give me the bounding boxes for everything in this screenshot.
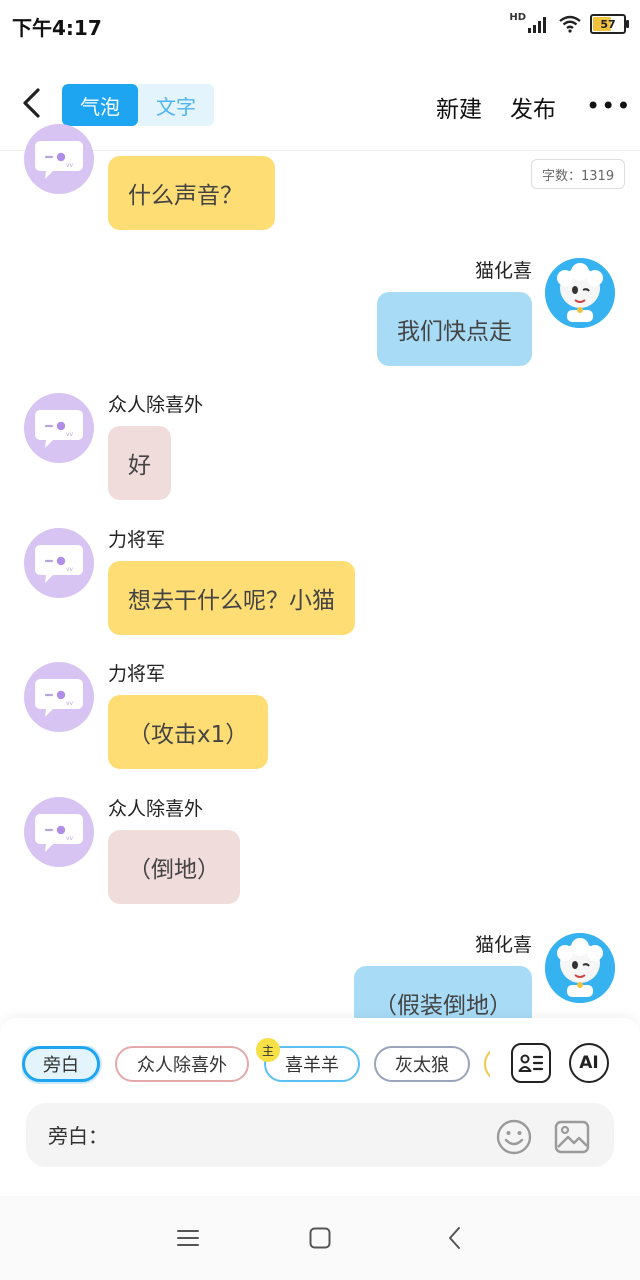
tab-text[interactable]: 文字 — [138, 84, 214, 126]
role-chip-partial[interactable] — [484, 1046, 490, 1082]
speaker-name: 猫化喜 — [474, 934, 532, 956]
signal-icon — [528, 17, 546, 33]
image-icon[interactable] — [554, 1119, 590, 1155]
id-card-icon — [518, 1054, 544, 1072]
sheep-character-icon — [545, 933, 615, 1003]
avatar[interactable] — [545, 933, 615, 1003]
chat-bubble-face-icon: vv — [35, 545, 83, 583]
sheep-character-icon — [545, 258, 615, 328]
avatar[interactable]: vv — [24, 528, 94, 598]
svg-text:vv: vv — [66, 835, 74, 842]
system-nav-bar — [0, 1196, 640, 1280]
message-bubble[interactable]: （倒地） — [108, 830, 240, 904]
status-icons: HD 57 — [509, 12, 629, 36]
ai-button[interactable]: AI — [569, 1043, 609, 1083]
chat-bubble-face-icon: vv — [35, 679, 83, 717]
message-bubble[interactable]: 什么声音？ — [108, 156, 275, 230]
status-bar: 下午4:17 HD 57 — [0, 0, 640, 48]
avatar[interactable] — [545, 258, 615, 328]
new-button[interactable]: 新建 — [436, 90, 482, 124]
role-chip-huitailang[interactable]: 灰太狼 — [374, 1046, 470, 1082]
role-chip-narrator[interactable]: 旁白 — [22, 1046, 100, 1082]
svg-text:vv: vv — [66, 700, 74, 707]
battery-level: 57 — [600, 17, 616, 31]
avatar[interactable]: vv — [24, 662, 94, 732]
svg-text:vv: vv — [66, 431, 74, 438]
publish-button[interactable]: 发布 — [510, 90, 556, 124]
message-bubble[interactable]: 好 — [108, 426, 171, 500]
speaker-name: 众人除喜外 — [108, 394, 204, 416]
back-triangle-icon[interactable] — [444, 1226, 468, 1250]
main-role-badge: 主 — [256, 1038, 280, 1062]
svg-text:vv: vv — [66, 162, 74, 169]
chat-bubble-face-icon: vv — [35, 814, 83, 852]
network-type-label: HD — [509, 12, 526, 23]
view-mode-toggle: 气泡 文字 — [62, 84, 214, 126]
message-input[interactable] — [46, 1121, 490, 1151]
avatar[interactable]: vv — [24, 124, 94, 194]
battery-icon: 57 — [590, 14, 629, 34]
wifi-icon — [559, 15, 581, 33]
chat-bubble-face-icon: vv — [35, 141, 83, 179]
message-bubble[interactable]: （攻击x1） — [108, 695, 269, 769]
status-time: 下午4:17 — [12, 16, 102, 40]
back-chevron-icon[interactable] — [16, 86, 50, 120]
avatar[interactable]: vv — [24, 797, 94, 867]
speaker-name: 力将军 — [108, 663, 166, 685]
ai-label: AI — [579, 1053, 599, 1073]
role-chip-crowd[interactable]: 众人除喜外 — [115, 1046, 249, 1082]
word-count-badge: 字数：1319 — [531, 159, 626, 189]
character-card-button[interactable] — [511, 1043, 551, 1083]
message-bubble[interactable]: 我们快点走 — [377, 292, 532, 366]
message-input-box — [26, 1103, 614, 1167]
message-bubble[interactable]: 想去干什么呢？小猫 — [108, 561, 355, 635]
speaker-name: 力将军 — [108, 529, 166, 551]
menu-icon[interactable] — [176, 1226, 200, 1250]
speaker-name: 众人除喜外 — [108, 798, 204, 820]
chat-bubble-face-icon: vv — [35, 410, 83, 448]
more-options-icon[interactable]: ••• — [586, 92, 631, 120]
emoji-icon[interactable] — [496, 1119, 532, 1155]
speaker-name: 猫化喜 — [474, 260, 532, 282]
tab-bubble[interactable]: 气泡 — [62, 84, 138, 126]
svg-text:vv: vv — [66, 566, 74, 573]
avatar[interactable]: vv — [24, 393, 94, 463]
home-square-icon[interactable] — [308, 1226, 332, 1250]
top-bar: 气泡 文字 新建 发布 ••• — [0, 60, 640, 151]
